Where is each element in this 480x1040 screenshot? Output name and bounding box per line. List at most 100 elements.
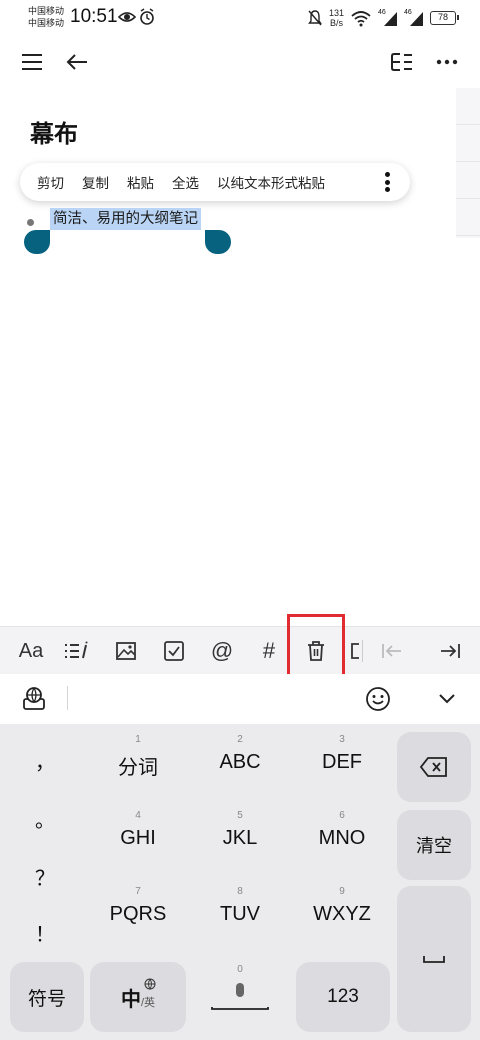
document-title[interactable]: 幕布 <box>30 114 78 149</box>
list-style-button[interactable] <box>58 633 94 669</box>
key-2[interactable]: 2 ABC <box>197 734 283 774</box>
keyboard-globe-icon <box>23 687 45 710</box>
key-4-label: GHI <box>120 827 156 849</box>
key-1[interactable]: 1 分词 <box>95 734 181 780</box>
microphone-icon <box>211 983 269 1010</box>
language-switch-key[interactable]: 中 /英 <box>90 962 186 1032</box>
bullet-dot[interactable] <box>27 219 34 226</box>
signal-2: 46 <box>404 9 424 27</box>
right-edge-row <box>456 125 480 162</box>
text-context-menu: 剪切 复制 粘贴 全选 以纯文本形式粘贴 <box>20 163 410 201</box>
symbol-key[interactable]: 符号 <box>10 962 84 1032</box>
key-8-num: 8 <box>237 886 243 897</box>
right-edge-row <box>456 162 480 199</box>
numeric-key[interactable]: 123 <box>296 962 390 1032</box>
format-toolbar: Aa @ # <box>0 626 480 674</box>
menu-button[interactable] <box>14 44 50 80</box>
carrier-2: 中国移动 <box>28 18 65 28</box>
more-options-button[interactable] <box>429 44 465 80</box>
right-edge-row <box>456 199 480 236</box>
right-edge-row <box>456 88 480 125</box>
paste-plain-text-action[interactable]: 以纯文本形式粘贴 <box>199 172 325 192</box>
cut-action[interactable]: 剪切 <box>20 172 64 192</box>
key-9-label: WXYZ <box>313 903 371 925</box>
outdent-icon <box>382 644 401 658</box>
lang-sub-label: /英 <box>140 997 156 1009</box>
keyboard-toolbar <box>0 674 480 724</box>
key-8[interactable]: 8 TUV <box>197 886 283 926</box>
copy-action[interactable]: 复制 <box>64 172 109 192</box>
text-style-button[interactable]: Aa <box>13 633 49 669</box>
punct-question-key[interactable]: ？ <box>28 862 62 891</box>
key-7-num: 7 <box>135 886 141 897</box>
key-1-num: 1 <box>135 734 141 745</box>
net-speed: 131 B/s <box>329 8 344 28</box>
wifi-icon <box>351 11 371 27</box>
ellipsis-icon <box>436 59 458 65</box>
smiley-icon <box>366 687 390 711</box>
signal-1: 46 <box>378 9 398 27</box>
space-key[interactable] <box>397 886 471 1032</box>
key-6-label: MNO <box>318 827 366 849</box>
outline-icon <box>391 53 412 71</box>
font-size-icon: Aa <box>18 639 44 662</box>
context-more-icon[interactable] <box>384 172 390 192</box>
keyboard-switch-button[interactable] <box>18 683 50 715</box>
key-2-num: 2 <box>237 734 243 745</box>
indent-button[interactable] <box>432 633 468 669</box>
paste-action[interactable]: 粘贴 <box>109 172 154 192</box>
signal-1-label: 46 <box>378 9 386 16</box>
mention-button[interactable]: @ <box>204 633 240 669</box>
backspace-icon <box>419 757 447 777</box>
hide-keyboard-button[interactable] <box>431 683 463 715</box>
indent-icon <box>441 644 460 658</box>
key-6-num: 6 <box>339 810 345 821</box>
backspace-key[interactable] <box>397 732 471 802</box>
lang-main-label: 中 <box>120 988 141 1011</box>
key-7-label: PQRS <box>109 903 167 925</box>
emoji-button[interactable] <box>362 683 394 715</box>
signal-2-label: 46 <box>404 9 412 16</box>
key-4-num: 4 <box>135 810 141 821</box>
at-sign-icon: @ <box>210 638 234 663</box>
select-all-action[interactable]: 全选 <box>154 172 199 192</box>
punct-exclaim-key[interactable]: ！ <box>28 918 62 947</box>
key-5-num: 5 <box>237 810 243 821</box>
outline-view-button[interactable] <box>384 44 420 80</box>
app-bar <box>0 36 480 88</box>
hamburger-icon <box>22 54 42 70</box>
key-5[interactable]: 5 JKL <box>197 810 283 850</box>
back-button[interactable] <box>59 44 95 80</box>
key-6[interactable]: 6 MNO <box>299 810 385 850</box>
eye-comfort-icon <box>118 12 136 22</box>
key-3[interactable]: 3 DEF <box>299 734 385 774</box>
key-9[interactable]: 9 WXYZ <box>299 886 385 926</box>
globe-icon <box>144 978 156 990</box>
carrier-1: 中国移动 <box>28 6 65 16</box>
zero-voice-key[interactable]: 0 <box>197 962 283 1032</box>
key-3-label: DEF <box>322 751 362 773</box>
tag-button[interactable]: # <box>251 633 287 669</box>
space-icon <box>423 956 445 963</box>
checkbox-button[interactable] <box>156 633 192 669</box>
selection-handle-end[interactable] <box>205 230 231 254</box>
key-7[interactable]: 7 PQRS <box>95 886 181 926</box>
key-5-label: JKL <box>222 827 258 849</box>
hash-icon: # <box>262 638 276 663</box>
list-italic-icon <box>65 641 88 659</box>
key-0-num: 0 <box>237 964 243 975</box>
key-8-label: TUV <box>220 903 260 925</box>
chevron-down-icon <box>439 694 455 704</box>
selected-bullet-text[interactable]: 简洁、易用的大纲笔记 <box>50 208 201 230</box>
alarm-icon <box>140 8 154 25</box>
key-4[interactable]: 4 GHI <box>95 810 181 850</box>
selection-handle-start[interactable] <box>24 230 50 254</box>
key-2-label: ABC <box>219 751 261 773</box>
insert-image-button[interactable] <box>108 633 144 669</box>
clear-key[interactable]: 清空 <box>397 810 471 880</box>
checkbox-icon <box>164 641 184 661</box>
toolbar-divider <box>362 640 363 662</box>
punct-period-key[interactable]: 。 <box>28 804 62 833</box>
punct-comma-key[interactable]: ， <box>28 746 62 775</box>
outdent-button[interactable] <box>374 633 410 669</box>
